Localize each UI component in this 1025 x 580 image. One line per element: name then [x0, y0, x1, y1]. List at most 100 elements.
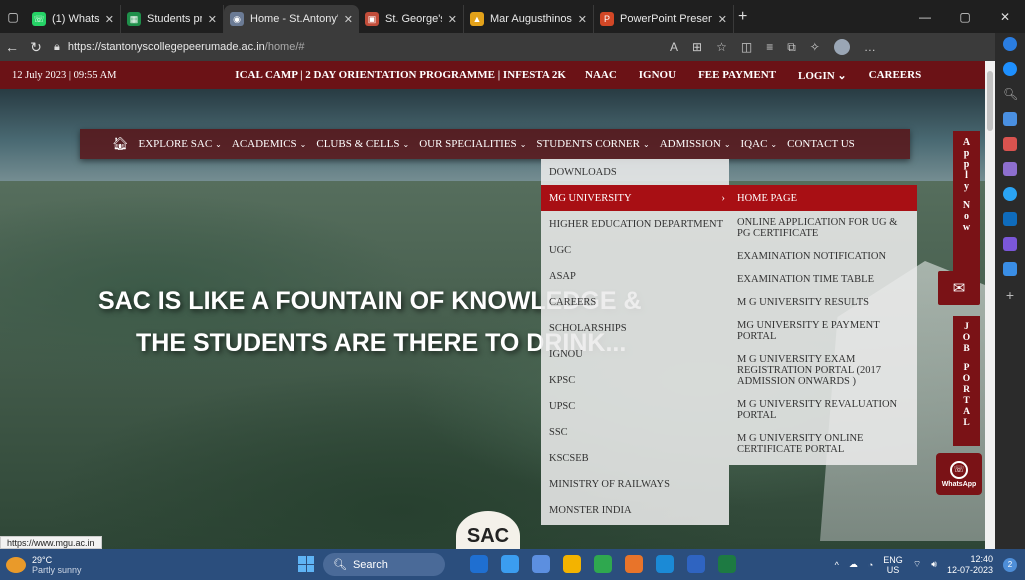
tab-close-icon[interactable]: ✕	[344, 13, 353, 26]
window-menu-icon[interactable]: ▢	[0, 0, 26, 33]
onedrive-icon[interactable]: ☁	[849, 559, 858, 570]
notification-dot-icon[interactable]	[1003, 62, 1017, 76]
dropdown-item[interactable]: CAREERS	[541, 289, 729, 315]
nav-item[interactable]: ACADEMICS ⌄	[232, 138, 307, 150]
top-link[interactable]: LOGIN ⌄	[787, 69, 858, 82]
nav-item[interactable]: IQAC ⌄	[741, 138, 778, 150]
nav-item[interactable]: STUDENTS CORNER ⌄	[536, 138, 649, 150]
browser-tab[interactable]: ☏ (1) WhatsApp ✕	[26, 5, 121, 33]
dropdown-item[interactable]: IGNOU	[541, 341, 729, 367]
submenu-item[interactable]: HOME PAGE	[729, 185, 917, 211]
nav-item[interactable]: ADMISSION ⌄	[660, 138, 731, 150]
submenu-item[interactable]: M G UNIVERSITY ONLINE CERTIFICATE PORTAL	[729, 427, 917, 461]
taskbar-app-icon[interactable]	[532, 555, 550, 573]
taskbar-app-icon[interactable]	[656, 555, 674, 573]
taskbar-app-icon[interactable]	[501, 555, 519, 573]
tab-close-icon[interactable]: ✕	[448, 13, 457, 26]
apply-now-tab[interactable]: ApplyNow	[953, 131, 980, 291]
top-link[interactable]: FEE PAYMENT	[687, 69, 787, 82]
top-link[interactable]: NAAC	[574, 69, 628, 82]
search-icon[interactable]: 🔍︎	[1003, 87, 1018, 101]
restore-button[interactable]: ▢	[945, 10, 985, 24]
nav-item[interactable]: CLUBS & CELLS ⌄	[316, 138, 409, 150]
refresh-icon[interactable]: ↻	[24, 39, 48, 56]
dropdown-item[interactable]: SSC	[541, 419, 729, 445]
taskbar-app-icon[interactable]	[625, 555, 643, 573]
new-tab-button[interactable]: +	[738, 8, 747, 26]
taskbar-app-icon[interactable]	[470, 555, 488, 573]
submenu-item[interactable]: ONLINE APPLICATION FOR UG & PG CERTIFICA…	[729, 211, 917, 245]
tab-close-icon[interactable]: ✕	[718, 13, 727, 26]
tab-close-icon[interactable]: ✕	[578, 13, 587, 26]
more-menu-icon[interactable]: …	[864, 40, 876, 54]
browser-tab[interactable]: P PowerPoint Presentati ✕	[594, 5, 734, 33]
dropdown-item[interactable]: KPSC	[541, 367, 729, 393]
nav-item[interactable]: EXPLORE SAC ⌄	[139, 138, 222, 150]
favorites-icon[interactable]: ≡	[766, 40, 773, 54]
language-indicator[interactable]: ENG US	[883, 555, 903, 575]
browser-tab[interactable]: ▦ Students progression ✕	[121, 5, 224, 33]
browser-tab[interactable]: ◉ Home - St.Antony's co ✕	[224, 5, 359, 33]
outlook-icon[interactable]	[1003, 212, 1017, 226]
volume-icon[interactable]: 🔊︎	[931, 559, 937, 570]
read-aloud-icon[interactable]: A	[670, 40, 678, 54]
top-link[interactable]: IGNOU	[628, 69, 687, 82]
dropdown-item[interactable]: MINISTRY OF RAILWAYS	[541, 471, 729, 497]
back-arrow-icon[interactable]: ←	[0, 39, 24, 55]
top-link[interactable]: CAREERS	[858, 69, 933, 82]
split-screen-icon[interactable]: ◫	[741, 40, 752, 54]
tab-close-icon[interactable]: ✕	[208, 13, 217, 26]
taskbar-search[interactable]: 🔍︎ Search	[323, 553, 445, 576]
close-window-button[interactable]: ✕	[985, 10, 1025, 24]
favorite-star-icon[interactable]: ☆	[716, 40, 727, 54]
network-icon[interactable]: ◔	[868, 560, 873, 570]
dropdown-item[interactable]: DOWNLOADS	[541, 159, 729, 185]
dropdown-item[interactable]: KSCSEB	[541, 445, 729, 471]
send-icon[interactable]	[1003, 262, 1017, 276]
browser-tab[interactable]: ▲ Mar Augusthinose Col ✕	[464, 5, 594, 33]
dropdown-item[interactable]: MONSTER INDIA	[541, 497, 729, 523]
wifi-icon[interactable]: ⌔	[913, 559, 921, 570]
home-icon[interactable]: 🏠︎	[112, 136, 129, 152]
submenu-item[interactable]: M G UNIVERSITY EXAM REGISTRATION PORTAL …	[729, 348, 917, 393]
nav-item[interactable]: OUR SPECIALITIES ⌄	[419, 138, 526, 150]
briefcase-icon[interactable]	[1003, 137, 1017, 151]
weather-widget[interactable]: 29°C Partly sunny	[0, 555, 200, 575]
job-portal-tab[interactable]: JOBPORTAL	[953, 316, 980, 446]
browser-tab[interactable]: ▣ St. George's College, A ✕	[359, 5, 464, 33]
taskbar-app-icon[interactable]	[718, 555, 736, 573]
page-scrollbar[interactable]	[985, 61, 995, 549]
minimize-button[interactable]: —	[905, 10, 945, 24]
submenu-item[interactable]: MG UNIVERSITY E PAYMENT PORTAL	[729, 314, 917, 348]
clock[interactable]: 12:40 12-07-2023	[947, 554, 993, 576]
dropdown-item[interactable]: ASAP	[541, 263, 729, 289]
people-icon[interactable]	[1003, 162, 1017, 176]
dropdown-item[interactable]: UGC	[541, 237, 729, 263]
url-field[interactable]: 🔒︎ https://stantonyscollegepeerumade.ac.…	[54, 36, 654, 58]
bing-icon[interactable]	[1003, 37, 1017, 51]
dropdown-item[interactable]: HIGHER EDUCATION DEPARTMENT	[541, 211, 729, 237]
tag-icon[interactable]	[1003, 112, 1017, 126]
tab-close-icon[interactable]: ✕	[105, 13, 114, 26]
extensions-icon[interactable]: ✧	[810, 40, 820, 54]
scroll-thumb[interactable]	[987, 71, 993, 131]
taskbar-app-icon[interactable]	[687, 555, 705, 573]
taskbar-app-icon[interactable]	[594, 555, 612, 573]
designer-icon[interactable]	[1003, 237, 1017, 251]
nav-item[interactable]: CONTACT US	[787, 138, 855, 150]
whatsapp-button[interactable]: ☏ WhatsApp	[936, 453, 982, 495]
profile-avatar[interactable]	[833, 39, 850, 55]
mail-icon[interactable]: ✉	[938, 271, 980, 305]
dropdown-item[interactable]: SCHOLARSHIPS	[541, 315, 729, 341]
start-button[interactable]	[298, 556, 314, 572]
taskbar-app-icon[interactable]	[563, 555, 581, 573]
dropdown-item[interactable]: MG UNIVERSITY	[541, 185, 729, 211]
chevron-up-icon[interactable]: ^	[835, 560, 839, 570]
submenu-item[interactable]: EXAMINATION NOTIFICATION	[729, 245, 917, 268]
submenu-item[interactable]: EXAMINATION TIME TABLE	[729, 268, 917, 291]
notification-badge[interactable]: 2	[1003, 557, 1017, 572]
news-marquee[interactable]: ICAL CAMP | 2 DAY ORIENTATION PROGRAMME …	[226, 69, 566, 81]
app-available-icon[interactable]: ⊞	[692, 40, 702, 54]
submenu-item[interactable]: M G UNIVERSITY RESULTS	[729, 291, 917, 314]
add-icon[interactable]: +	[1003, 287, 1017, 303]
